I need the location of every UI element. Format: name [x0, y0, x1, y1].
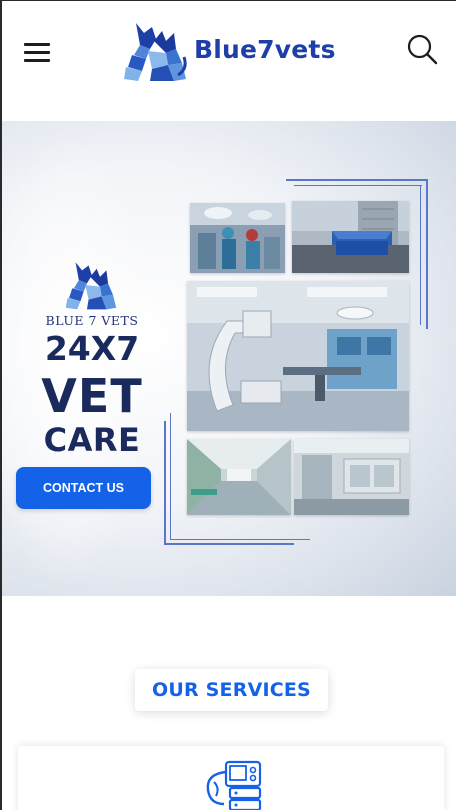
hero-logo-icon — [65, 262, 117, 310]
hero-headline-vet: VET — [41, 369, 143, 423]
contact-us-button[interactable]: CONTACT US — [16, 467, 151, 509]
frame-line — [286, 179, 428, 181]
corridor-photo — [187, 439, 291, 515]
hamburger-menu-icon[interactable] — [24, 41, 52, 63]
dog-cat-logo-icon — [124, 23, 187, 81]
frame-line — [164, 543, 294, 545]
service-card[interactable] — [18, 746, 444, 810]
operating-room-photo — [190, 203, 285, 273]
frame-line — [170, 539, 310, 540]
hospital-building-photo — [292, 201, 409, 273]
services-title: OUR SERVICES — [152, 679, 311, 701]
site-logo[interactable]: Blue7vets — [122, 19, 342, 83]
endoscopy-machine-icon — [206, 760, 262, 810]
hero-headline-24x7: 24X7 — [44, 329, 140, 368]
services-heading-badge: OUR SERVICES — [135, 669, 328, 711]
hero-brand-text: BLUE 7 VETS — [45, 313, 139, 328]
search-icon[interactable] — [406, 33, 438, 65]
frame-line — [164, 421, 166, 545]
frame-line — [420, 185, 421, 325]
site-header: Blue7vets — [2, 1, 456, 121]
hero-headline-care: CARE — [43, 421, 141, 459]
brand-name: Blue7vets — [194, 35, 336, 64]
c-arm-surgery-room-photo — [187, 281, 409, 431]
clinic-room-photo — [294, 439, 409, 515]
frame-line — [426, 179, 428, 329]
frame-line — [170, 413, 171, 539]
hero-banner: BLUE 7 VETS 24X7 VET CARE CONTACT US — [2, 121, 456, 596]
page-frame: Blue7vets BLUE 7 VETS 24X7 VET CARE CONT… — [0, 0, 456, 810]
frame-line — [294, 185, 422, 186]
